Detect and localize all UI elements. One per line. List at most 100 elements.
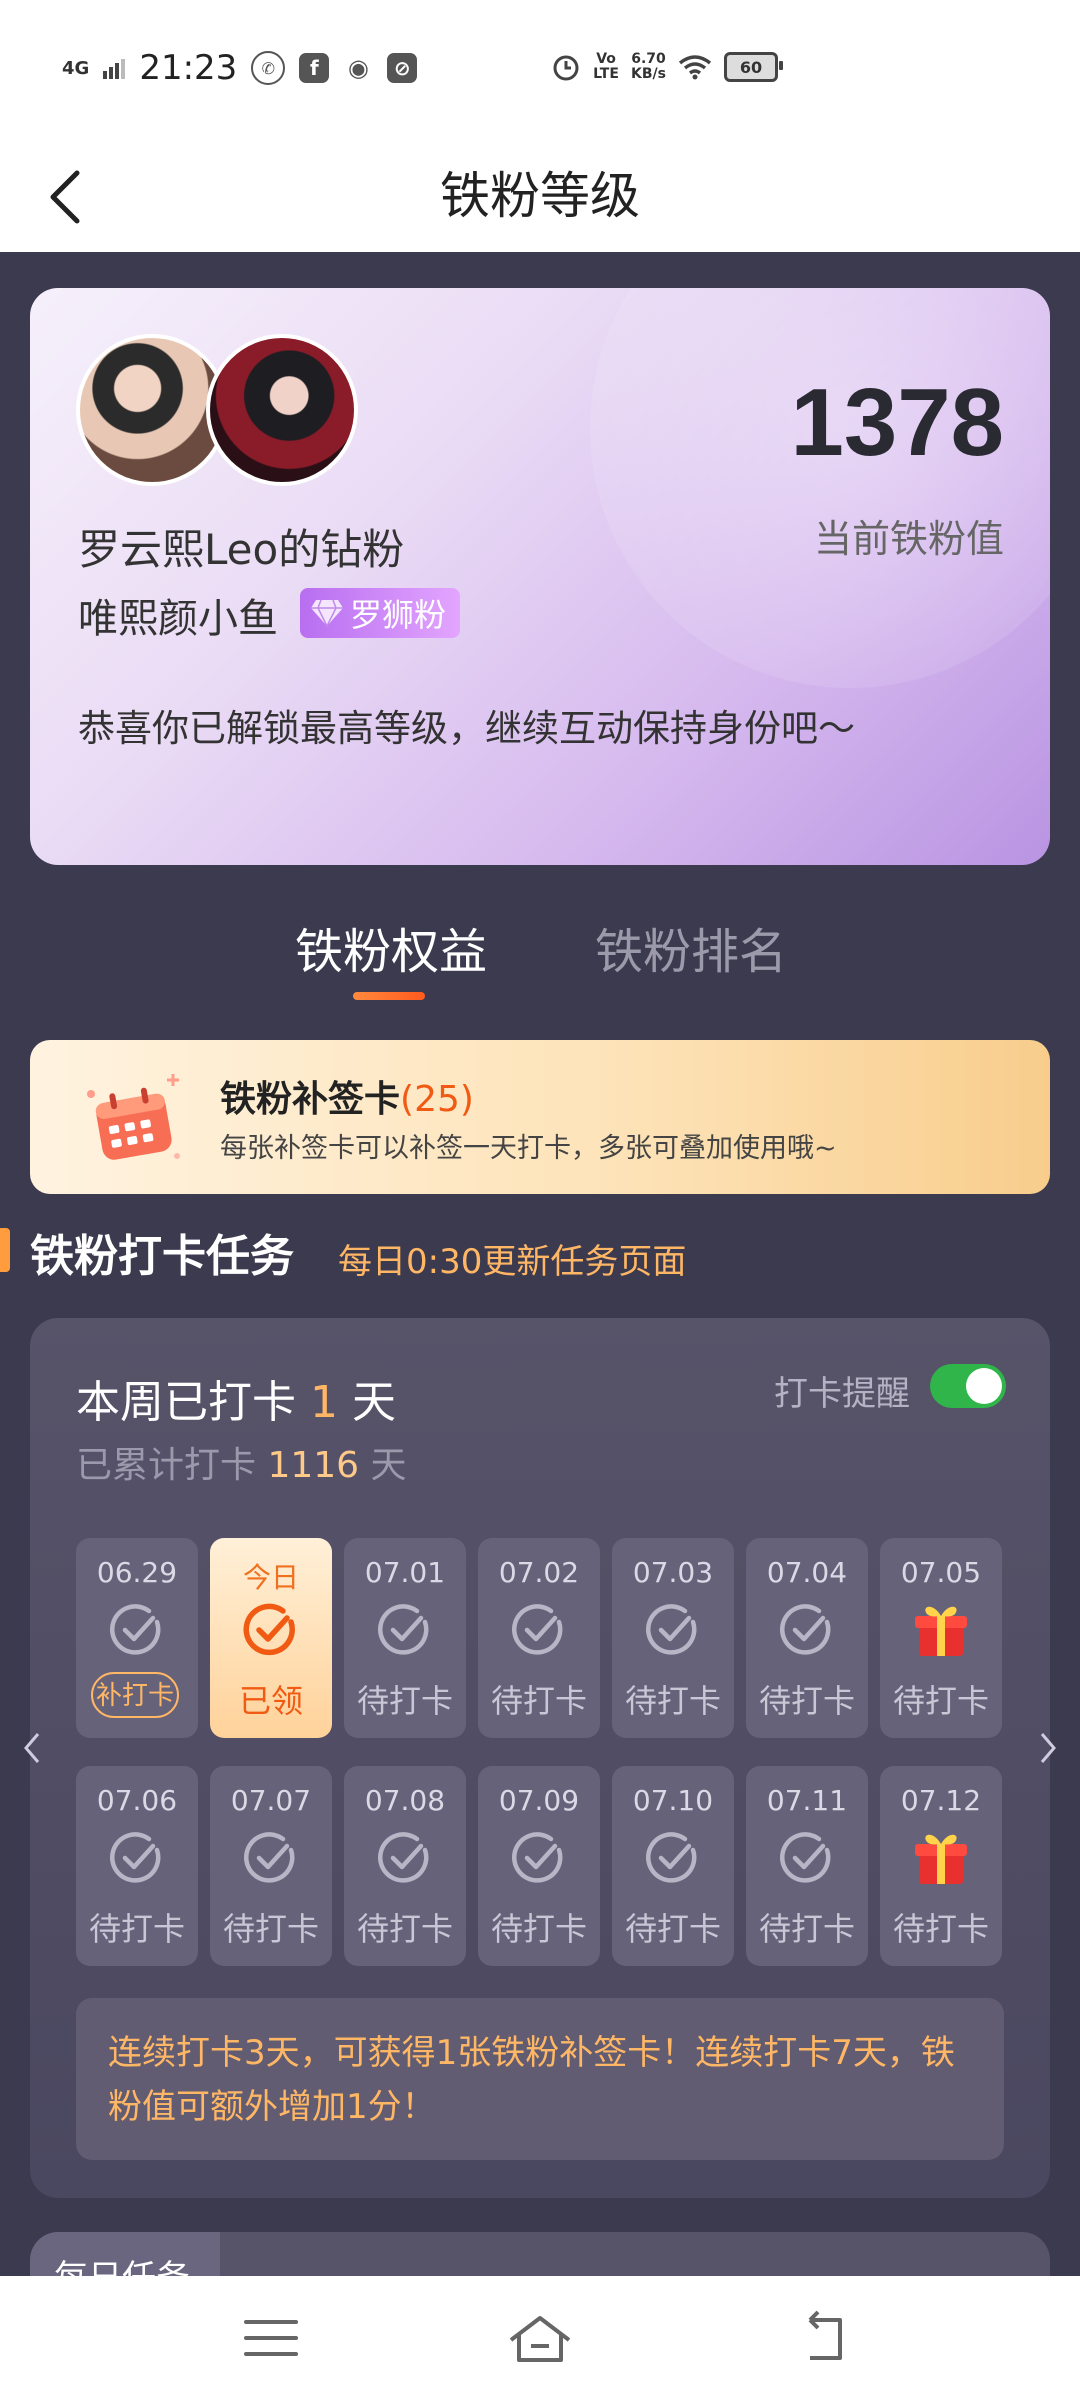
checkin-day-date: 07.08 [364,1784,446,1817]
checkin-day-date: 07.04 [766,1556,848,1589]
checkin-day-date: 07.12 [900,1784,982,1817]
checkin-day-date: 07.10 [632,1784,714,1817]
checkin-day-status: 待打卡 [624,1682,721,1720]
check-icon [109,1604,161,1655]
checkin-day-status: 待打卡 [356,1910,453,1948]
fan-profile-card: 罗云熙Leo的钻粉 唯熙颜小鱼 罗狮粉 1378 当前铁粉值 恭喜你已解锁最高等… [30,288,1050,865]
back-button[interactable] [30,162,100,232]
facebook-icon: f [299,53,330,83]
tab-fan-rights[interactable]: 铁粉权益 [295,912,487,982]
volte-indicator: Vo LTE [593,51,619,82]
fan-badge: 罗狮粉 [300,588,461,638]
header-bar: 铁粉等级 [0,140,1080,252]
checkin-day-date: 07.06 [96,1784,178,1817]
app-icon: ⊘ [387,53,418,83]
checkin-day-date: 07.05 [900,1556,982,1589]
checkin-day-date: 07.01 [364,1556,446,1589]
checkin-day-status: 待打卡 [624,1910,721,1948]
checkin-day-cell[interactable]: 今日 已领 [210,1538,332,1738]
reminder-toggle[interactable] [930,1364,1006,1408]
checkin-day-status: 待打卡 [88,1910,185,1948]
checkin-day-date: 07.02 [498,1556,580,1589]
checkin-day-cell[interactable]: 07.01 待打卡 [344,1538,466,1738]
checkin-day-status: 已领 [238,1682,303,1720]
checkin-panel: 本周已打卡 1 天 已累计打卡 1116 天 打卡提醒 06.29 补打卡 今日 已领… [30,1318,1050,2198]
reward-tip: 连续打卡3天，可获得1张铁粉补签卡！连续打卡7天，铁粉值可额外增加1分！ [76,1998,1004,2160]
system-navigation-bar [0,2276,1080,2400]
supplement-card-description: 每张补签卡可以补签一天打卡，多张可叠加使用哦~ [220,1133,837,1164]
checkin-day-status: 待打卡 [222,1910,319,1948]
diamond-icon [311,599,343,628]
checkin-section-title: 铁粉打卡任务 [30,1231,294,1282]
signal-icon [103,59,126,79]
active-tab-indicator [353,992,425,1000]
page-title: 铁粉等级 [440,167,640,225]
checkin-day-cell[interactable]: 07.10 待打卡 [612,1766,734,1966]
congrats-message: 恭喜你已解锁最高等级，继续互动保持身份吧～ [78,707,855,750]
checkin-day-cell[interactable]: 07.12 待打卡 [880,1766,1002,1966]
check-icon [377,1832,429,1883]
checkin-day-cell[interactable]: 07.04 待打卡 [746,1538,868,1738]
checkin-day-date: 今日 [242,1561,299,1594]
wifi-icon [678,55,712,80]
checkin-day-cell[interactable]: 07.07 待打卡 [210,1766,332,1966]
check-done-icon [243,1603,295,1656]
check-icon [109,1832,161,1883]
calendar-icon [87,1074,180,1160]
alarm-icon [553,55,579,81]
checkin-day-cell[interactable]: 07.03 待打卡 [612,1538,734,1738]
fan-score: 1378 [790,369,1004,476]
check-icon [511,1604,563,1655]
total-checkin-count: 已累计打卡 1116 天 [76,1445,407,1486]
checkin-day-date: 07.11 [766,1784,848,1817]
supplement-card-banner[interactable]: 铁粉补签卡(25) 每张补签卡可以补签一天打卡，多张可叠加使用哦~ [30,1040,1050,1194]
makeup-checkin-button[interactable]: 补打卡 [91,1672,179,1718]
next-week-arrow[interactable] [1030,1718,1066,1778]
check-icon [377,1604,429,1655]
checkin-day-status: 待打卡 [490,1682,587,1720]
fan-badge-label: 罗狮粉 [350,596,447,634]
home-icon[interactable] [505,2306,575,2370]
checkin-day-date: 06.29 [96,1556,178,1589]
checkin-section-subtitle: 每日0:30更新任务页面 [338,1242,687,1282]
checkin-day-status: 待打卡 [356,1682,453,1720]
status-bar: 4G 21:23 ✆ f ◉ ⊘ Vo LTE 6.70 KB/s 60 [0,0,1080,140]
menu-icon[interactable] [236,2306,306,2370]
previous-week-arrow[interactable] [14,1718,50,1778]
battery-icon: 60 [724,52,783,82]
check-icon [779,1832,831,1883]
weibo-icon: ◉ [343,53,374,83]
reminder-label: 打卡提醒 [774,1374,910,1414]
network-speed: 6.70 KB/s [631,51,666,82]
checkin-day-cell[interactable]: 07.02 待打卡 [478,1538,600,1738]
tab-fan-ranking[interactable]: 铁粉排名 [595,912,787,982]
check-icon [243,1832,295,1883]
checkin-day-cell[interactable]: 07.09 待打卡 [478,1766,600,1966]
reward-tip-text: 连续打卡3天，可获得1张铁粉补签卡！连续打卡7天，铁粉值可额外增加1分！ [108,2033,955,2127]
checkin-day-date: 07.09 [498,1784,580,1817]
checkin-day-status: 待打卡 [758,1910,855,1948]
checkin-day-date: 07.03 [632,1556,714,1589]
checkin-day-status: 待打卡 [892,1910,989,1948]
checkin-day-cell[interactable]: 07.11 待打卡 [746,1766,868,1966]
checkin-day-cell[interactable]: 07.08 待打卡 [344,1766,466,1966]
check-icon [511,1832,563,1883]
fan-score-label: 当前铁粉值 [813,517,1004,561]
whatsapp-icon: ✆ [251,51,286,85]
gift-icon [915,1606,967,1656]
chevron-left-icon [50,170,80,224]
checkin-day-status: 待打卡 [490,1910,587,1948]
clock: 21:23 [139,48,238,88]
check-icon [779,1604,831,1655]
back-nav-icon[interactable] [790,2306,860,2370]
section-marker [0,1228,10,1272]
checkin-day-cell[interactable]: 07.06 待打卡 [76,1766,198,1966]
supplement-card-count: 25 [414,1079,460,1120]
idol-avatar [206,334,358,486]
check-icon [645,1604,697,1655]
checkin-day-status: 待打卡 [892,1682,989,1720]
checkin-day-cell[interactable]: 06.29 补打卡 [76,1538,198,1738]
network-indicator: 4G [62,57,90,79]
fan-level-title: 罗云熙Leo的钻粉 [78,525,405,574]
checkin-day-cell[interactable]: 07.05 待打卡 [880,1538,1002,1738]
